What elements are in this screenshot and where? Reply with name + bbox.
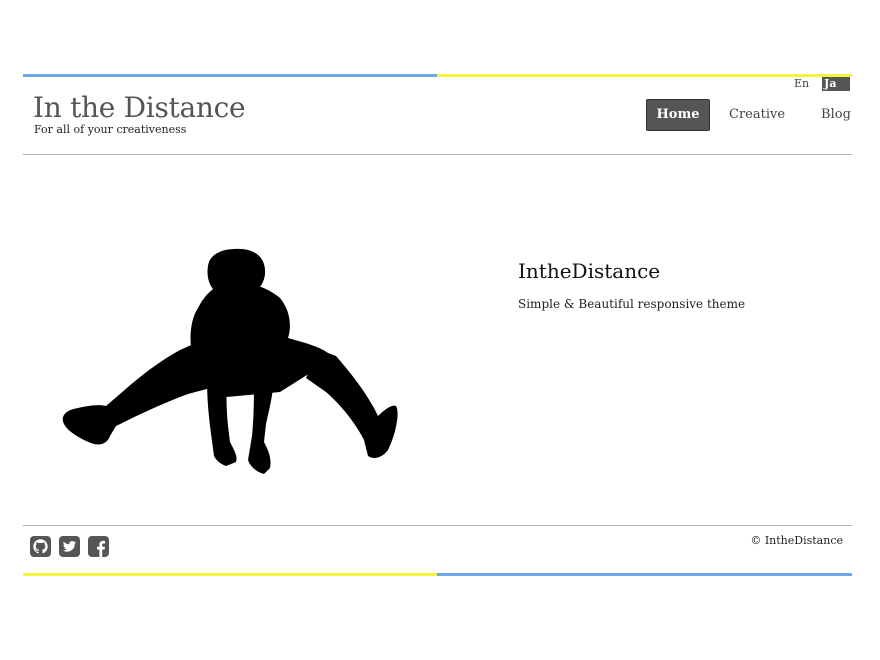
language-en-link[interactable]: En — [790, 77, 822, 91]
header-divider — [23, 154, 852, 155]
bottom-accent-blue — [437, 573, 852, 576]
top-accent-blue — [23, 74, 437, 77]
site-title[interactable]: In the Distance — [33, 91, 246, 124]
copyright-text: © IntheDistance — [750, 534, 843, 547]
nav-item-blog[interactable]: Blog — [821, 100, 851, 130]
language-ja-link[interactable]: Ja — [822, 77, 851, 91]
twitter-icon[interactable] — [59, 536, 80, 557]
social-links — [30, 536, 117, 557]
bottom-accent-yellow — [23, 573, 437, 576]
github-icon[interactable] — [30, 536, 51, 557]
footer-divider — [23, 525, 852, 526]
facebook-icon[interactable] — [88, 536, 109, 557]
language-switcher: En Ja — [790, 77, 851, 91]
hero-title: IntheDistance — [518, 259, 661, 283]
nav-item-creative[interactable]: Creative — [729, 100, 785, 130]
top-accent-line — [23, 74, 852, 77]
hero-subtitle: Simple & Beautiful responsive theme — [518, 297, 746, 311]
site-tagline: For all of your creativeness — [34, 123, 187, 136]
main-nav: Home Creative Blog — [646, 99, 851, 131]
jumping-person-silhouette-icon — [62, 248, 398, 474]
nav-item-home[interactable]: Home — [646, 99, 710, 131]
bottom-accent-line — [23, 573, 852, 576]
